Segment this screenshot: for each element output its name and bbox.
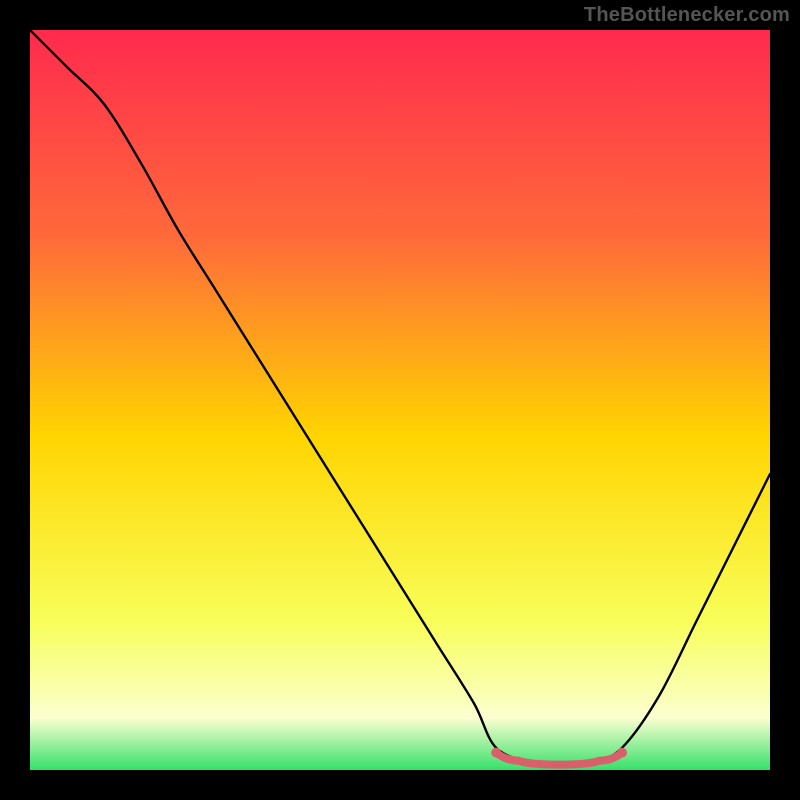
bottleneck-chart (30, 30, 770, 770)
optimal-range-end-dot (617, 748, 627, 758)
chart-frame: TheBottlenecker.com (0, 0, 800, 800)
gradient-background (30, 30, 770, 770)
plot-area (30, 30, 770, 770)
optimal-range-start-dot (491, 748, 501, 758)
watermark-label: TheBottlenecker.com (584, 4, 790, 27)
